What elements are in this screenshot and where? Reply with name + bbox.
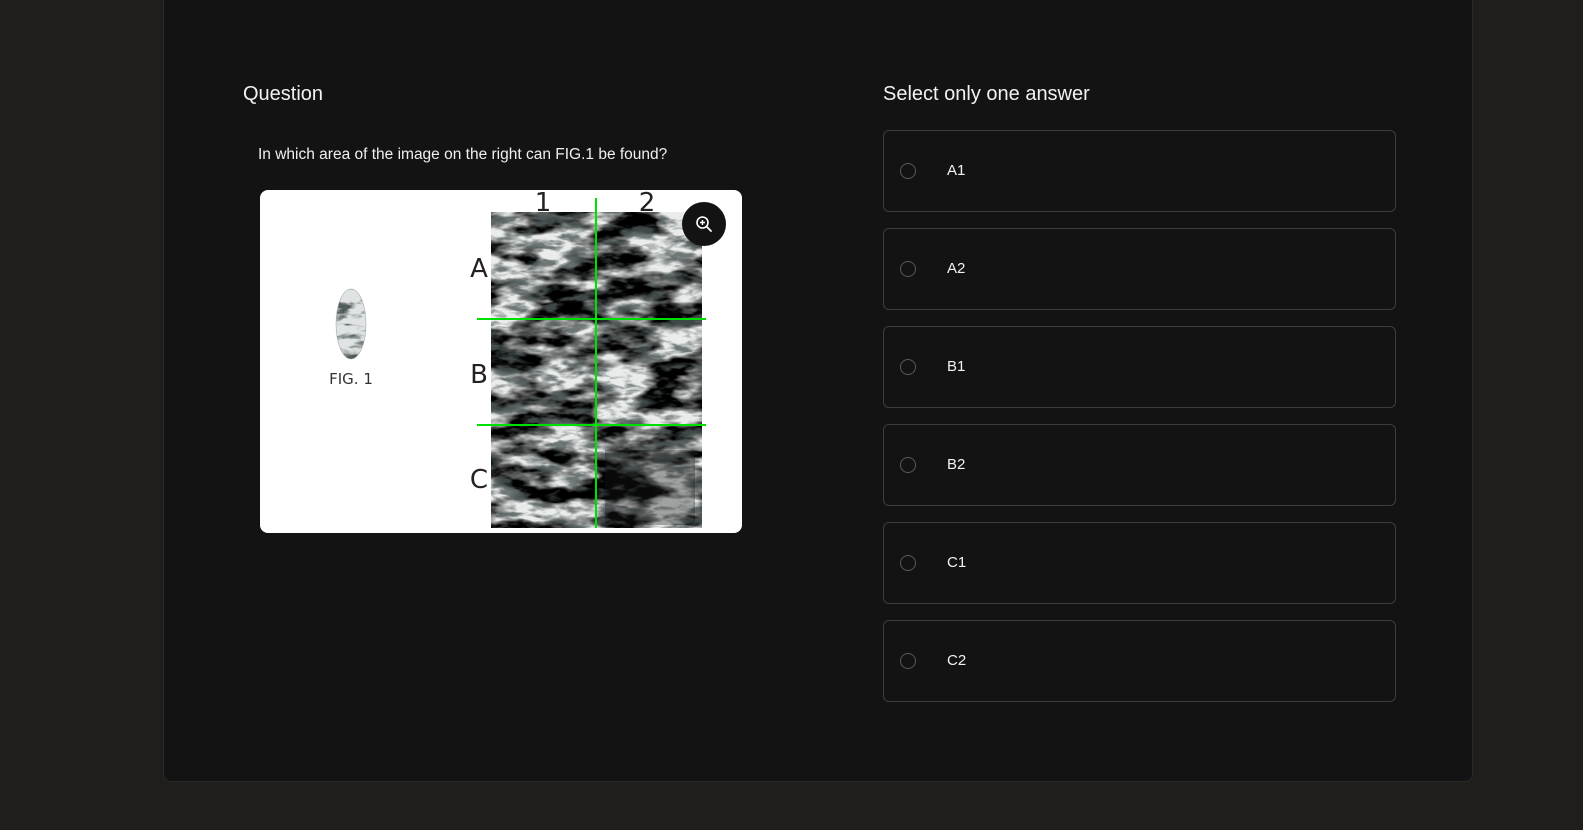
answer-option-a1[interactable]: A1 xyxy=(883,130,1396,212)
fig1-thumbnail xyxy=(335,288,367,360)
answers-heading: Select only one answer xyxy=(883,83,1090,105)
answer-label: B1 xyxy=(947,358,966,375)
fig1-label: FIG. 1 xyxy=(329,370,373,388)
radio-button[interactable] xyxy=(900,163,916,179)
answer-label: B2 xyxy=(947,456,966,473)
figure-graphic: FIG. 1 1 2 A B C xyxy=(329,190,706,528)
radio-button[interactable] xyxy=(900,261,916,277)
quiz-card: Question In which area of the image on t… xyxy=(163,0,1473,782)
question-heading: Question xyxy=(243,83,324,105)
row-label-b: B xyxy=(470,360,488,390)
answer-options: A1 A2 B1 B2 C1 C2 xyxy=(883,130,1396,718)
row-label-c: C xyxy=(470,465,488,495)
answer-option-c2[interactable]: C2 xyxy=(883,620,1396,702)
radio-button[interactable] xyxy=(900,555,916,571)
radio-button[interactable] xyxy=(900,457,916,473)
answer-label: C2 xyxy=(947,652,967,669)
zoom-button[interactable] xyxy=(682,202,726,246)
column-label-2: 2 xyxy=(639,190,656,218)
answer-label: A2 xyxy=(947,260,966,277)
answer-option-c1[interactable]: C1 xyxy=(883,522,1396,604)
question-text: In which area of the image on the right … xyxy=(258,146,668,163)
question-image[interactable]: FIG. 1 1 2 A B C xyxy=(260,190,742,533)
answer-option-a2[interactable]: A2 xyxy=(883,228,1396,310)
row-label-a: A xyxy=(470,254,488,284)
answer-option-b2[interactable]: B2 xyxy=(883,424,1396,506)
zoom-in-icon xyxy=(696,216,712,232)
answer-label: C1 xyxy=(947,554,967,571)
column-label-1: 1 xyxy=(535,190,552,218)
radio-button[interactable] xyxy=(900,359,916,375)
answer-option-b1[interactable]: B1 xyxy=(883,326,1396,408)
radio-button[interactable] xyxy=(900,653,916,669)
answer-label: A1 xyxy=(947,162,966,179)
